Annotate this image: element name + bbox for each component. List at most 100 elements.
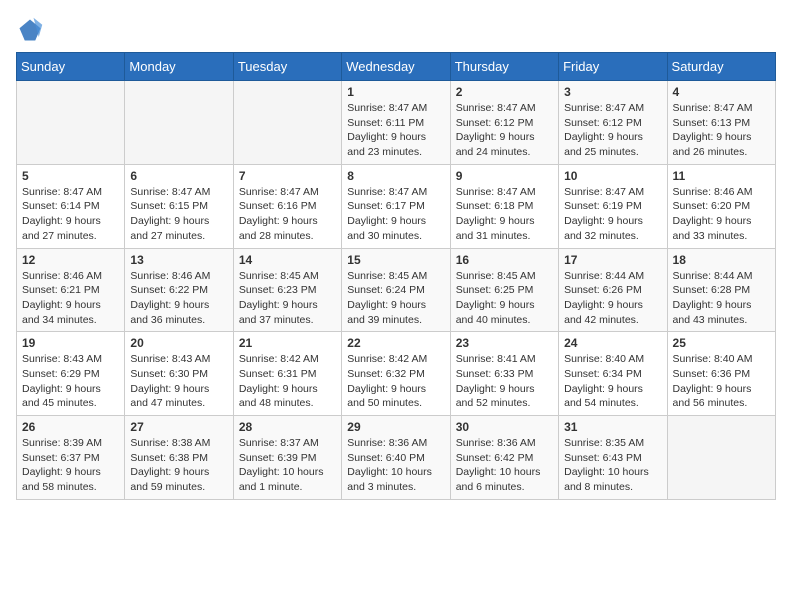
day-info: Sunrise: 8:39 AM Sunset: 6:37 PM Dayligh… — [22, 436, 119, 495]
day-number: 21 — [239, 336, 336, 350]
calendar-cell: 18Sunrise: 8:44 AM Sunset: 6:28 PM Dayli… — [667, 248, 775, 332]
day-number: 20 — [130, 336, 227, 350]
calendar-cell: 7Sunrise: 8:47 AM Sunset: 6:16 PM Daylig… — [233, 164, 341, 248]
day-info: Sunrise: 8:47 AM Sunset: 6:11 PM Dayligh… — [347, 101, 444, 160]
day-info: Sunrise: 8:44 AM Sunset: 6:26 PM Dayligh… — [564, 269, 661, 328]
calendar-body: 1 Sunrise: 8:47 AM Sunset: 6:11 PM Daylig… — [17, 81, 776, 500]
day-number: 25 — [673, 336, 770, 350]
day-number: 5 — [22, 169, 119, 183]
day-info: Sunrise: 8:47 AM Sunset: 6:17 PM Dayligh… — [347, 185, 444, 244]
calendar-cell — [667, 416, 775, 500]
logo-icon — [16, 16, 44, 44]
day-info: Sunrise: 8:47 AM Sunset: 6:13 PM Dayligh… — [673, 101, 770, 160]
calendar-cell: 14Sunrise: 8:45 AM Sunset: 6:23 PM Dayli… — [233, 248, 341, 332]
header-wednesday: Wednesday — [342, 53, 450, 81]
day-info: Sunrise: 8:36 AM Sunset: 6:42 PM Dayligh… — [456, 436, 553, 495]
day-number: 6 — [130, 169, 227, 183]
day-number: 16 — [456, 253, 553, 267]
day-number: 3 — [564, 85, 661, 99]
day-info: Sunrise: 8:47 AM Sunset: 6:15 PM Dayligh… — [130, 185, 227, 244]
day-number: 14 — [239, 253, 336, 267]
day-info: Sunrise: 8:43 AM Sunset: 6:29 PM Dayligh… — [22, 352, 119, 411]
calendar-cell: 1 Sunrise: 8:47 AM Sunset: 6:11 PM Daylig… — [342, 81, 450, 165]
day-info: Sunrise: 8:40 AM Sunset: 6:36 PM Dayligh… — [673, 352, 770, 411]
calendar-cell: 12Sunrise: 8:46 AM Sunset: 6:21 PM Dayli… — [17, 248, 125, 332]
logo — [16, 16, 48, 44]
calendar-cell — [17, 81, 125, 165]
day-number: 18 — [673, 253, 770, 267]
calendar-cell — [125, 81, 233, 165]
header-row: SundayMondayTuesdayWednesdayThursdayFrid… — [17, 53, 776, 81]
calendar-header: SundayMondayTuesdayWednesdayThursdayFrid… — [17, 53, 776, 81]
calendar-cell: 26 Sunrise: 8:39 AM Sunset: 6:37 PM Dayli… — [17, 416, 125, 500]
day-info: Sunrise: 8:37 AM Sunset: 6:39 PM Dayligh… — [239, 436, 336, 495]
day-info: Sunrise: 8:45 AM Sunset: 6:24 PM Dayligh… — [347, 269, 444, 328]
day-info: Sunrise: 8:47 AM Sunset: 6:12 PM Dayligh… — [564, 101, 661, 160]
calendar-cell: 11Sunrise: 8:46 AM Sunset: 6:20 PM Dayli… — [667, 164, 775, 248]
week-row-3: 12Sunrise: 8:46 AM Sunset: 6:21 PM Dayli… — [17, 248, 776, 332]
day-info: Sunrise: 8:46 AM Sunset: 6:20 PM Dayligh… — [673, 185, 770, 244]
calendar-cell: 31 Sunrise: 8:35 AM Sunset: 6:43 PM Dayli… — [559, 416, 667, 500]
calendar-cell: 17 Sunrise: 8:44 AM Sunset: 6:26 PM Dayli… — [559, 248, 667, 332]
day-number: 4 — [673, 85, 770, 99]
day-number: 9 — [456, 169, 553, 183]
calendar-cell: 29 Sunrise: 8:36 AM Sunset: 6:40 PM Dayli… — [342, 416, 450, 500]
day-number: 24 — [564, 336, 661, 350]
day-number: 2 — [456, 85, 553, 99]
calendar-cell: 20Sunrise: 8:43 AM Sunset: 6:30 PM Dayli… — [125, 332, 233, 416]
calendar-cell: 30Sunrise: 8:36 AM Sunset: 6:42 PM Dayli… — [450, 416, 558, 500]
day-number: 8 — [347, 169, 444, 183]
day-number: 15 — [347, 253, 444, 267]
calendar-cell: 8 Sunrise: 8:47 AM Sunset: 6:17 PM Daylig… — [342, 164, 450, 248]
week-row-2: 5 Sunrise: 8:47 AM Sunset: 6:14 PM Daylig… — [17, 164, 776, 248]
day-info: Sunrise: 8:36 AM Sunset: 6:40 PM Dayligh… — [347, 436, 444, 495]
day-number: 29 — [347, 420, 444, 434]
day-info: Sunrise: 8:46 AM Sunset: 6:21 PM Dayligh… — [22, 269, 119, 328]
day-info: Sunrise: 8:42 AM Sunset: 6:32 PM Dayligh… — [347, 352, 444, 411]
header-thursday: Thursday — [450, 53, 558, 81]
header-tuesday: Tuesday — [233, 53, 341, 81]
day-info: Sunrise: 8:47 AM Sunset: 6:14 PM Dayligh… — [22, 185, 119, 244]
day-info: Sunrise: 8:42 AM Sunset: 6:31 PM Dayligh… — [239, 352, 336, 411]
calendar-table: SundayMondayTuesdayWednesdayThursdayFrid… — [16, 52, 776, 500]
calendar-cell: 24Sunrise: 8:40 AM Sunset: 6:34 PM Dayli… — [559, 332, 667, 416]
calendar-cell: 13 Sunrise: 8:46 AM Sunset: 6:22 PM Dayli… — [125, 248, 233, 332]
day-number: 31 — [564, 420, 661, 434]
header-saturday: Saturday — [667, 53, 775, 81]
day-number: 22 — [347, 336, 444, 350]
header-monday: Monday — [125, 53, 233, 81]
day-number: 27 — [130, 420, 227, 434]
calendar-cell: 10 Sunrise: 8:47 AM Sunset: 6:19 PM Dayli… — [559, 164, 667, 248]
calendar-cell — [233, 81, 341, 165]
day-info: Sunrise: 8:45 AM Sunset: 6:25 PM Dayligh… — [456, 269, 553, 328]
day-info: Sunrise: 8:47 AM Sunset: 6:18 PM Dayligh… — [456, 185, 553, 244]
calendar-cell: 23Sunrise: 8:41 AM Sunset: 6:33 PM Dayli… — [450, 332, 558, 416]
page-header — [16, 16, 776, 44]
day-number: 19 — [22, 336, 119, 350]
day-info: Sunrise: 8:38 AM Sunset: 6:38 PM Dayligh… — [130, 436, 227, 495]
day-info: Sunrise: 8:47 AM Sunset: 6:19 PM Dayligh… — [564, 185, 661, 244]
day-info: Sunrise: 8:35 AM Sunset: 6:43 PM Dayligh… — [564, 436, 661, 495]
calendar-cell: 19 Sunrise: 8:43 AM Sunset: 6:29 PM Dayli… — [17, 332, 125, 416]
calendar-cell: 5 Sunrise: 8:47 AM Sunset: 6:14 PM Daylig… — [17, 164, 125, 248]
calendar-cell: 25 Sunrise: 8:40 AM Sunset: 6:36 PM Dayli… — [667, 332, 775, 416]
day-info: Sunrise: 8:46 AM Sunset: 6:22 PM Dayligh… — [130, 269, 227, 328]
calendar-cell: 21 Sunrise: 8:42 AM Sunset: 6:31 PM Dayli… — [233, 332, 341, 416]
calendar-cell: 16 Sunrise: 8:45 AM Sunset: 6:25 PM Dayli… — [450, 248, 558, 332]
calendar-cell: 28 Sunrise: 8:37 AM Sunset: 6:39 PM Dayli… — [233, 416, 341, 500]
day-number: 10 — [564, 169, 661, 183]
day-number: 1 — [347, 85, 444, 99]
day-number: 26 — [22, 420, 119, 434]
calendar-cell: 15 Sunrise: 8:45 AM Sunset: 6:24 PM Dayli… — [342, 248, 450, 332]
day-number: 17 — [564, 253, 661, 267]
day-number: 28 — [239, 420, 336, 434]
week-row-1: 1 Sunrise: 8:47 AM Sunset: 6:11 PM Daylig… — [17, 81, 776, 165]
calendar-cell: 27 Sunrise: 8:38 AM Sunset: 6:38 PM Dayli… — [125, 416, 233, 500]
day-number: 7 — [239, 169, 336, 183]
day-number: 13 — [130, 253, 227, 267]
header-friday: Friday — [559, 53, 667, 81]
header-sunday: Sunday — [17, 53, 125, 81]
day-number: 23 — [456, 336, 553, 350]
calendar-cell: 3 Sunrise: 8:47 AM Sunset: 6:12 PM Daylig… — [559, 81, 667, 165]
week-row-4: 19 Sunrise: 8:43 AM Sunset: 6:29 PM Dayli… — [17, 332, 776, 416]
